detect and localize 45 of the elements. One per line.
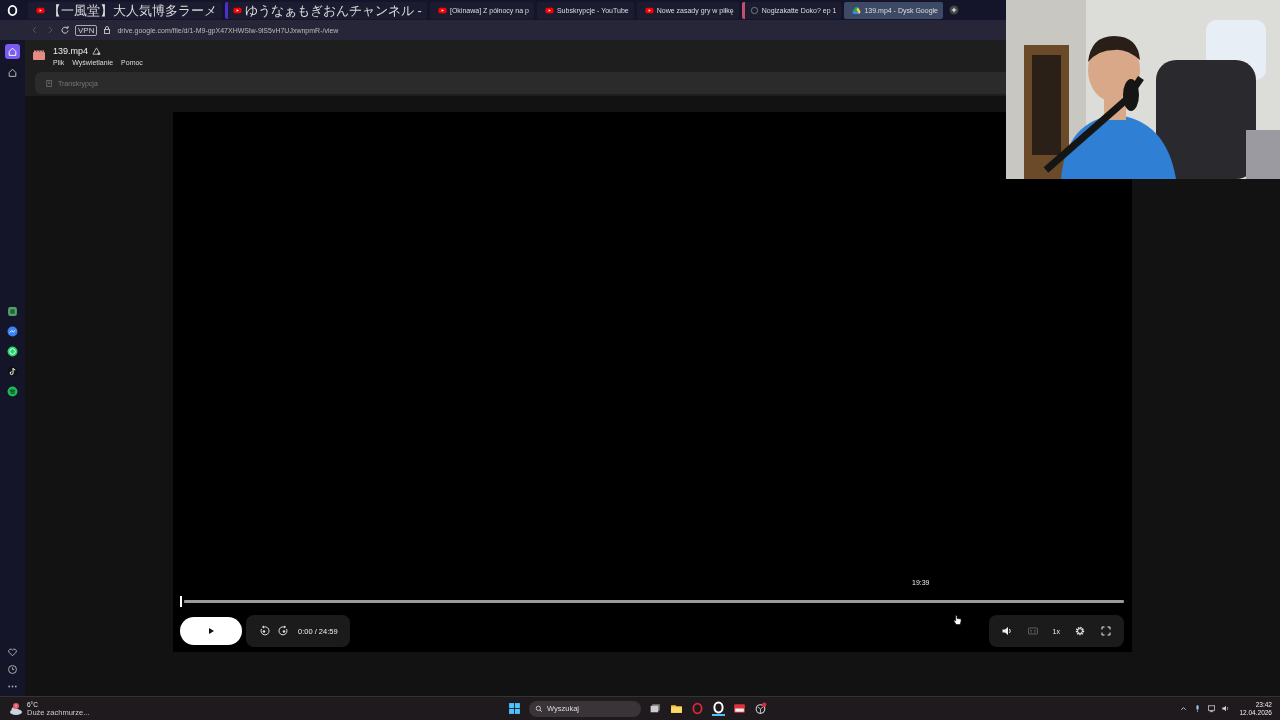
folder-icon[interactable] <box>670 702 683 715</box>
transcript-icon <box>45 78 54 88</box>
app-icon[interactable] <box>7 306 18 317</box>
speaker-icon[interactable] <box>1221 704 1231 713</box>
tiktok-icon[interactable] <box>7 366 18 377</box>
reload-icon[interactable] <box>60 25 70 35</box>
drive-shortcut-icon[interactable] <box>92 46 102 56</box>
chevron-up-icon[interactable] <box>1179 704 1189 713</box>
youtube-icon <box>36 5 45 15</box>
file-name: 139.mp4 <box>53 46 89 56</box>
play-icon <box>206 626 216 636</box>
youtube-icon <box>544 5 554 15</box>
clock-icon[interactable] <box>7 664 18 675</box>
network-icon[interactable] <box>1207 704 1217 713</box>
settings-icon[interactable] <box>1074 625 1086 637</box>
youtube-icon <box>437 5 447 15</box>
lock-icon <box>102 25 113 35</box>
browser-tab[interactable]: ゆうなぁもぎおんチャンネル - <box>225 1 427 19</box>
task-view-icon[interactable] <box>649 702 662 715</box>
opera-icon[interactable] <box>712 701 725 716</box>
forward-skip-icon[interactable] <box>278 625 290 637</box>
hand-cursor-icon <box>952 614 962 626</box>
browser-tab[interactable]: 【一風堂】大人気博多ラーメ <box>28 1 222 19</box>
spotify-icon[interactable] <box>7 386 18 397</box>
heart-icon[interactable] <box>7 647 18 658</box>
messenger-icon[interactable] <box>7 326 18 337</box>
fullscreen-icon[interactable] <box>1100 625 1112 637</box>
video-file-icon <box>33 50 45 60</box>
new-tab-icon[interactable] <box>949 5 959 15</box>
weather-icon[interactable] <box>8 701 24 716</box>
app-badge-icon[interactable] <box>754 702 767 715</box>
vpn-badge[interactable]: VPN <box>75 24 98 36</box>
drive-icon <box>852 5 862 15</box>
whatsapp-icon[interactable] <box>7 346 18 357</box>
home-icon[interactable] <box>5 44 20 59</box>
volume-icon[interactable] <box>1000 625 1013 637</box>
recorder-app-icon[interactable] <box>733 702 746 715</box>
youtube-icon <box>644 5 654 15</box>
start-icon[interactable] <box>508 702 521 715</box>
play-button[interactable] <box>180 617 242 645</box>
opera-gx-icon[interactable] <box>691 702 704 715</box>
rewind-icon[interactable] <box>258 625 270 637</box>
opera-logo-icon[interactable] <box>7 4 18 16</box>
youtube-icon <box>233 5 242 15</box>
site-icon <box>749 5 759 15</box>
